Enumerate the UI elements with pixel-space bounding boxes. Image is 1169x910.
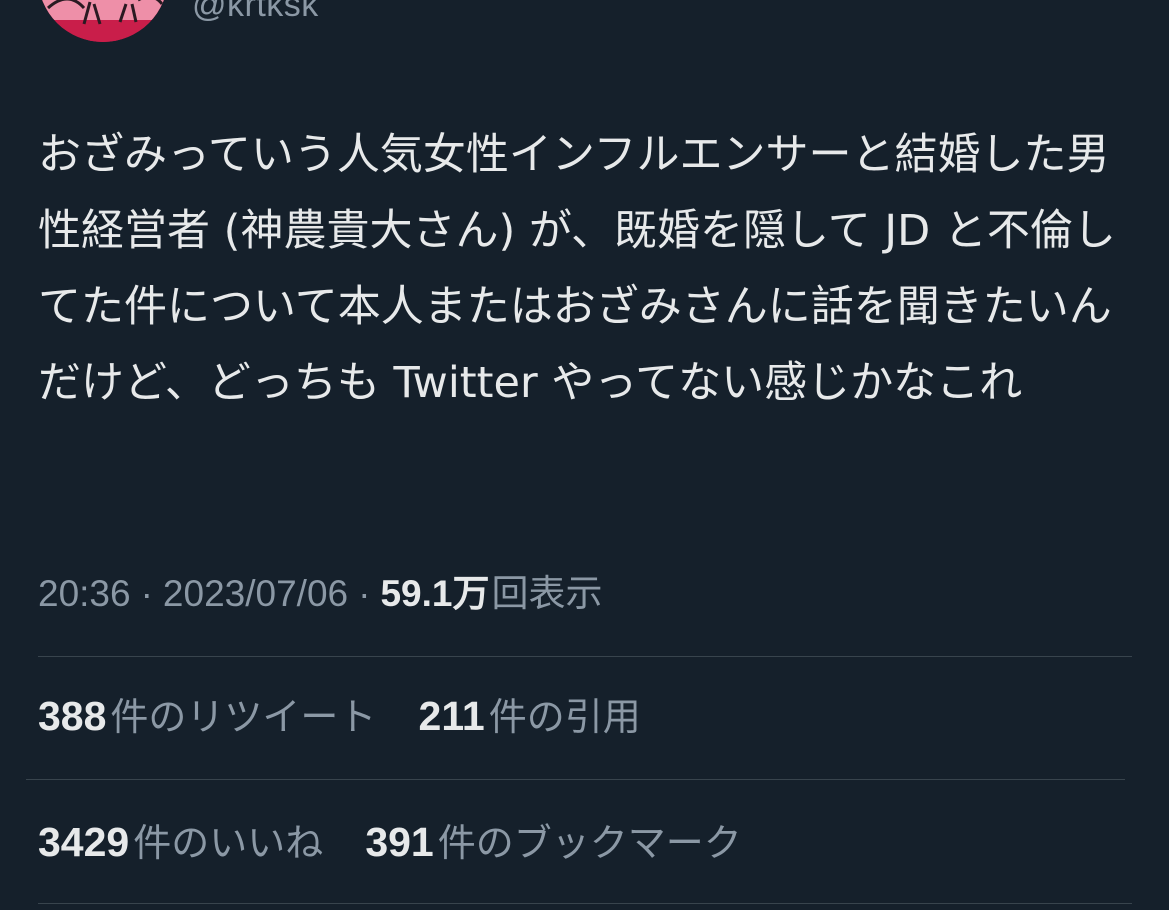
meta-separator: · (140, 573, 153, 614)
retweets-count: 388 (38, 693, 107, 739)
divider (38, 903, 1132, 904)
stats-row-engagement: 388 件のリツイート 211 件の引用 (38, 690, 671, 743)
quotes-link[interactable]: 211 件の引用 (419, 690, 641, 743)
divider (38, 656, 1132, 657)
likes-count: 3429 (38, 819, 130, 865)
bookmarks-count: 391 (365, 819, 434, 865)
likes-label: 件のいいね (133, 821, 324, 865)
views-label: 回表示 (491, 572, 603, 615)
retweets-link[interactable]: 388 件のリツイート (38, 690, 376, 743)
quotes-count: 211 (418, 693, 485, 739)
retweets-label: 件のリツイート (110, 695, 377, 739)
quotes-label: 件の引用 (488, 695, 641, 739)
tweet-text: おざみっていう人気女性インフルエンサーと結婚した男性経営者 (神農貴大さん) が… (38, 130, 1116, 408)
views-count: 59.1万 (380, 573, 490, 614)
bookmarks-link[interactable]: 391 件のブックマーク (365, 816, 741, 869)
avatar-image (38, 0, 168, 42)
tweet-meta: 20:36 · 2023/07/06 · 59.1万回表示 (38, 570, 602, 618)
divider (26, 779, 1125, 780)
meta-separator: · (358, 573, 371, 614)
bookmarks-label: 件のブックマーク (437, 821, 742, 865)
tweet-time[interactable]: 20:36 (38, 573, 131, 614)
tweet-date[interactable]: 2023/07/06 (163, 573, 348, 614)
stats-row-reactions: 3429 件のいいね 391 件のブックマーク (38, 816, 772, 869)
author-handle[interactable]: @krtksk (192, 0, 319, 25)
likes-link[interactable]: 3429 件のいいね (38, 816, 323, 869)
avatar[interactable] (38, 0, 168, 42)
